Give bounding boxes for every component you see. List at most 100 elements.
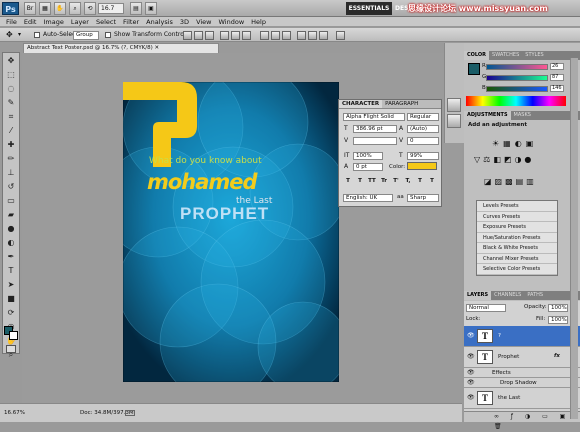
grid-icon[interactable]: ▤	[130, 2, 142, 15]
adjustment-icons-row-3[interactable]: ◪▨▩▤▥	[484, 177, 564, 187]
status-arrow-icon[interactable]	[125, 410, 135, 416]
visibility-eye-icon[interactable]: 👁	[467, 369, 475, 376]
visibility-eye-icon[interactable]: 👁	[467, 394, 475, 401]
document-tab[interactable]: Abstract Text Poster.psd @ 16.7% (?, CMY…	[23, 43, 219, 53]
kerning-field[interactable]	[353, 137, 397, 145]
g-slider[interactable]	[486, 75, 548, 81]
brush-tool-icon[interactable]: ✏	[5, 153, 17, 165]
faux-italic-button[interactable]: T	[355, 176, 365, 186]
r-value-field[interactable]: 26	[550, 63, 564, 70]
baseline-shift-field[interactable]: 0 pt	[353, 163, 383, 171]
visibility-eye-icon[interactable]: 👁	[467, 332, 475, 339]
show-transform-checkbox[interactable]	[105, 28, 111, 42]
design-workspace-button[interactable]: DES	[395, 2, 408, 15]
layer-row[interactable]: 👁 T Prophet fx	[464, 347, 580, 368]
history-brush-tool-icon[interactable]: ↺	[5, 181, 17, 193]
type-tool-icon[interactable]: T	[5, 265, 17, 277]
path-select-tool-icon[interactable]: ➤	[5, 279, 17, 291]
align-right-icon[interactable]	[242, 31, 251, 40]
tab-layers[interactable]: LAYERS	[464, 291, 492, 300]
fill-field[interactable]: 100%	[548, 316, 568, 324]
menu-item-view[interactable]: View	[196, 17, 211, 26]
clone-stamp-tool-icon[interactable]: ⊥	[5, 167, 17, 179]
layer-name[interactable]: Prophet	[498, 354, 519, 360]
zoom-level-field[interactable]: 16.7	[98, 3, 124, 14]
crop-tool-icon[interactable]: ⌗	[5, 111, 17, 123]
font-family-select[interactable]: Alpha Flight Solid	[343, 113, 405, 121]
panel-scrollbar[interactable]	[570, 58, 578, 419]
tab-masks[interactable]: MASKS	[511, 111, 534, 120]
layer-row[interactable]: 👁 T the Last	[464, 388, 580, 409]
layer-effect-row[interactable]: 👁 Drop Shadow	[464, 378, 580, 388]
move-tool-icon[interactable]: ✥	[5, 55, 17, 67]
layer-effects-row[interactable]: 👁 Effects	[464, 368, 580, 378]
screen-mode-icon[interactable]: ▣	[145, 2, 157, 15]
paragraph-panel-dock-icon[interactable]	[447, 114, 461, 128]
lasso-tool-icon[interactable]: ◌	[5, 83, 17, 95]
visibility-eye-icon[interactable]: 👁	[467, 353, 475, 360]
distribute-bottom-icon[interactable]	[282, 31, 291, 40]
gradient-tool-icon[interactable]: ▰	[5, 209, 17, 221]
bridge-button[interactable]: Br	[24, 2, 36, 15]
tab-color[interactable]: COLOR	[464, 51, 490, 60]
blur-tool-icon[interactable]: ●	[5, 223, 17, 235]
language-select[interactable]: English: UK	[343, 194, 393, 202]
all-caps-button[interactable]: TT	[367, 176, 377, 186]
hand-tool-button[interactable]: ✋	[54, 2, 66, 15]
leading-field[interactable]: (Auto)	[407, 125, 439, 133]
align-bottom-icon[interactable]	[205, 31, 214, 40]
move-tool-icon[interactable]: ✥	[6, 28, 13, 42]
b-slider[interactable]	[486, 86, 548, 92]
g-value-field[interactable]: 87	[550, 74, 564, 81]
menu-item-select[interactable]: Select	[96, 17, 116, 26]
menu-item-filter[interactable]: Filter	[123, 17, 139, 26]
tab-swatches[interactable]: SWATCHES	[489, 51, 522, 60]
opacity-field[interactable]: 100%	[548, 304, 568, 312]
align-top-icon[interactable]	[183, 31, 192, 40]
tab-adjustments[interactable]: ADJUSTMENTS	[464, 111, 511, 120]
color-spectrum-bar[interactable]	[466, 96, 566, 106]
font-style-select[interactable]: Regular	[407, 113, 439, 121]
distribute-hcenter-icon[interactable]	[308, 31, 317, 40]
auto-select-dropdown[interactable]: Group	[73, 31, 99, 40]
layer-row[interactable]: 👁 T ?	[464, 326, 580, 347]
vertical-scale-field[interactable]: 100%	[353, 152, 383, 160]
auto-align-icon[interactable]	[336, 31, 345, 40]
underline-button[interactable]: T	[415, 176, 425, 186]
quick-mask-icon[interactable]	[6, 345, 16, 353]
layer-fx-icon[interactable]: fx	[554, 353, 560, 359]
adjustment-icons-row-1[interactable]: ☀▦◐▣	[492, 139, 552, 149]
strikethrough-button[interactable]: T	[427, 176, 437, 186]
menu-item-3d[interactable]: 3D	[180, 17, 189, 26]
adjustment-preset-item[interactable]: Curves Presets	[477, 212, 557, 222]
font-size-field[interactable]: 386.96 pt	[353, 125, 397, 133]
3d-rotate-tool-icon[interactable]: ⟳	[5, 307, 17, 319]
r-slider[interactable]	[486, 64, 548, 70]
adjustment-preset-item[interactable]: Black & White Presets	[477, 243, 557, 254]
marquee-tool-icon[interactable]: ⬚	[5, 69, 17, 81]
tracking-field[interactable]: 0	[407, 137, 439, 145]
align-hcenter-icon[interactable]	[231, 31, 240, 40]
faux-bold-button[interactable]: T	[343, 176, 353, 186]
zoom-status[interactable]: 16.67%	[4, 404, 25, 423]
menu-item-layer[interactable]: Layer	[71, 17, 89, 26]
adjustment-icons-row-2[interactable]: ▽⚖◧◩◑●	[474, 155, 564, 165]
menu-item-edit[interactable]: Edit	[24, 17, 37, 26]
tab-paragraph[interactable]: PARAGRAPH	[382, 100, 421, 108]
menu-item-help[interactable]: Help	[251, 17, 266, 26]
visibility-eye-icon[interactable]: 👁	[467, 379, 475, 386]
character-panel-dock-icon[interactable]	[447, 98, 461, 112]
dodge-tool-icon[interactable]: ◐	[5, 237, 17, 249]
menu-item-image[interactable]: Image	[43, 17, 63, 26]
subscript-button[interactable]: T,	[403, 176, 413, 186]
text-color-swatch[interactable]	[407, 162, 437, 170]
adjustment-preset-item[interactable]: Hue/Saturation Presets	[477, 233, 557, 243]
essentials-workspace-button[interactable]: ESSENTIALS	[346, 2, 392, 15]
tab-styles[interactable]: STYLES	[522, 51, 546, 60]
eraser-tool-icon[interactable]: ▭	[5, 195, 17, 207]
align-vcenter-icon[interactable]	[194, 31, 203, 40]
align-left-icon[interactable]	[220, 31, 229, 40]
distribute-right-icon[interactable]	[319, 31, 328, 40]
rotate-view-button[interactable]: ⟲	[84, 2, 96, 15]
menu-item-file[interactable]: File	[6, 17, 17, 26]
